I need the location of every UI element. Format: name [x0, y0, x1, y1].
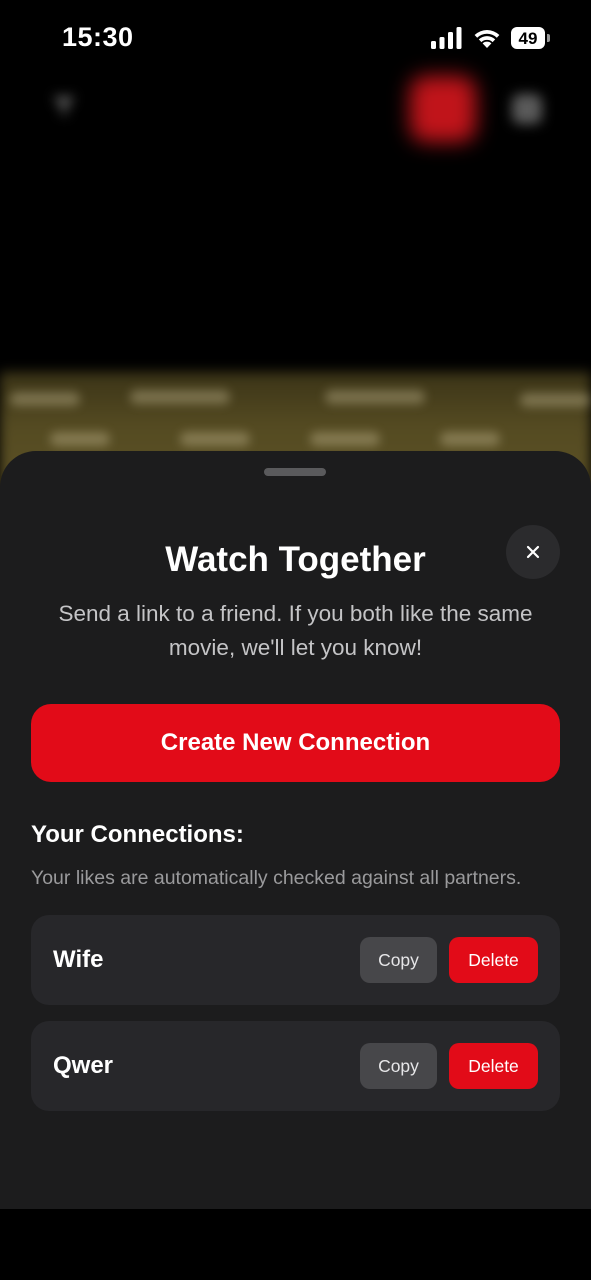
copy-link-button[interactable]: Copy	[360, 1043, 437, 1089]
status-time: 15:30	[62, 22, 134, 52]
screen: 15:30 49 Watch Together Send a link to a…	[0, 0, 591, 1280]
signal-icon	[431, 27, 462, 49]
background-blur-shape	[520, 393, 591, 407]
battery-icon: 49	[511, 26, 551, 50]
delete-connection-button[interactable]: Delete	[449, 1043, 538, 1089]
background-blur-shape	[440, 432, 500, 446]
connection-row: Qwer Copy Delete	[31, 1021, 560, 1111]
connections-note: Your likes are automatically checked aga…	[31, 867, 522, 889]
battery-cap	[547, 34, 550, 42]
background-action-button	[410, 76, 476, 142]
connections-list: Wife Copy Delete Qwer Copy Delete	[31, 915, 560, 1127]
create-new-connection-button[interactable]: Create New Connection	[31, 704, 560, 782]
status-bar: 15:30 49	[0, 0, 591, 80]
battery-level: 49	[511, 27, 545, 49]
background-blur-shape	[50, 432, 110, 446]
background-blur-shape	[310, 432, 380, 446]
background-blur-shape	[180, 432, 250, 446]
background-blur-shape	[130, 390, 230, 404]
connection-name: Qwer	[53, 1052, 114, 1079]
bottom-safe-area	[0, 1209, 591, 1280]
status-icons: 49	[431, 26, 551, 50]
wifi-icon	[474, 30, 500, 48]
sheet-subtitle: Send a link to a friend. If you both lik…	[58, 601, 533, 660]
delete-connection-button[interactable]: Delete	[449, 937, 538, 983]
connection-name: Wife	[53, 946, 104, 973]
filter-icon	[53, 97, 75, 116]
connections-heading: Your Connections:	[31, 821, 244, 848]
connection-row: Wife Copy Delete	[31, 915, 560, 1005]
sheet-grabber[interactable]	[264, 468, 326, 476]
sheet-title: Watch Together	[165, 540, 426, 579]
background-blur-shape	[10, 392, 80, 406]
user-icon	[512, 94, 542, 124]
background-blur-shape	[325, 390, 425, 404]
copy-link-button[interactable]: Copy	[360, 937, 437, 983]
watch-together-sheet: Watch Together Send a link to a friend. …	[0, 451, 591, 1209]
